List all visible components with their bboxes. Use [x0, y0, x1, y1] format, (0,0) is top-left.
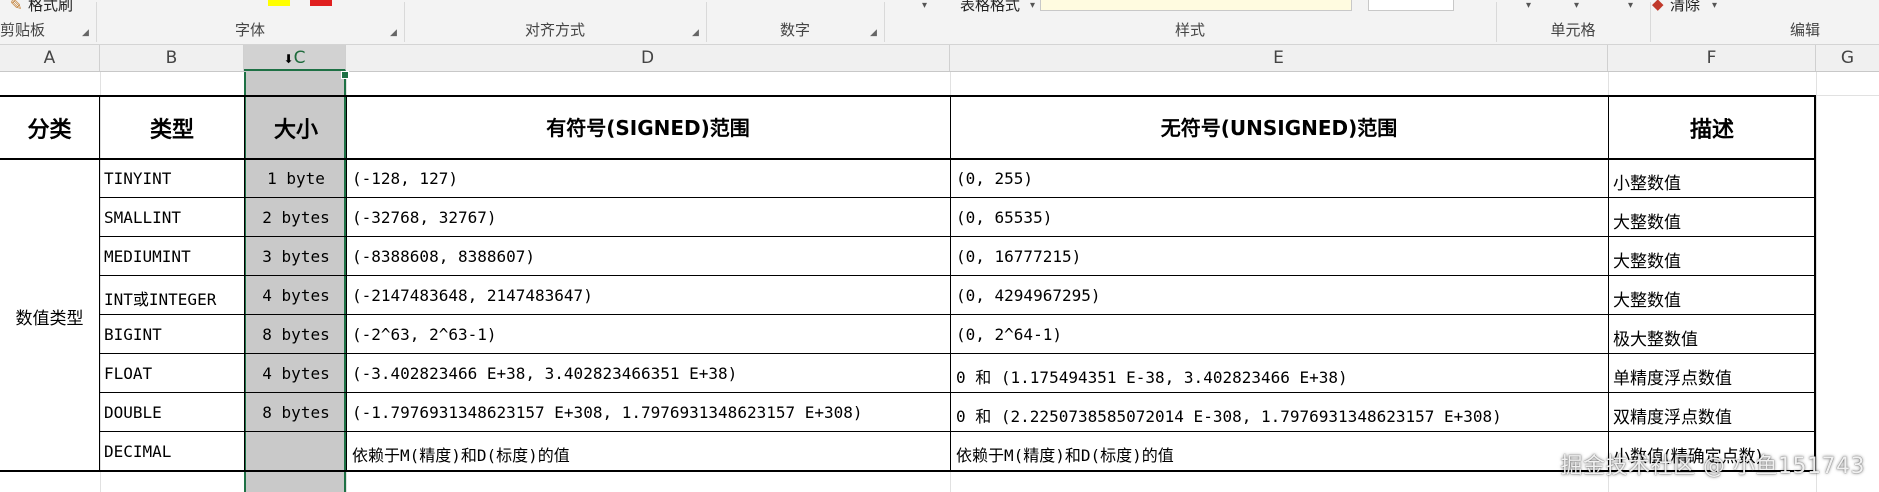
cells-group-label: 单元格 [1550, 21, 1596, 39]
signed-range-cell[interactable]: (-2147483648, 2147483647) [352, 286, 593, 305]
format-painter-icon[interactable]: ✎ [10, 0, 23, 14]
signed-range-cell[interactable]: 依赖于M(精度)和D(标度)的值 [352, 442, 570, 466]
column-select-cursor-icon: ⬇ [283, 52, 294, 66]
category-cell[interactable]: 数值类型 [0, 304, 99, 329]
header-signed-range[interactable]: 有符号(SIGNED)范围 [346, 112, 950, 141]
clipboard-launcher-icon[interactable]: ◢ [82, 28, 89, 38]
delete-dropdown-icon[interactable]: ▾ [1574, 0, 1579, 11]
editing-group: ◆ 清除 ▾ 编辑 [1650, 0, 1879, 44]
header-category[interactable]: 分类 [0, 112, 99, 144]
alignment-launcher-icon[interactable]: ◢ [692, 28, 699, 38]
watermark: 掘金技术社区 @ 小鱼151743 [1560, 454, 1865, 479]
column-header-g[interactable]: G [1816, 45, 1879, 71]
column-header-c[interactable]: ⬇C [244, 45, 346, 71]
column-header-f[interactable]: F [1608, 45, 1816, 71]
header-type[interactable]: 类型 [100, 112, 244, 144]
styles-group-label: 样式 [1174, 21, 1205, 39]
column-header-e[interactable]: E [950, 45, 1608, 71]
number-group-label: 数字 [779, 21, 810, 39]
number-launcher-icon[interactable]: ◢ [870, 28, 877, 38]
column-header-d[interactable]: D [346, 45, 950, 71]
signed-range-cell[interactable]: (-2^63, 2^63-1) [352, 325, 497, 344]
size-cell[interactable]: 1 byte [246, 169, 346, 188]
column-header-a[interactable]: A [0, 45, 100, 71]
unsigned-range-cell[interactable]: 0 和 (1.175494351 E-38, 3.402823466 E+38) [956, 364, 1348, 388]
worksheet[interactable]: 分类 类型 大小 有符号(SIGNED)范围 无符号(UNSIGNED)范围 描… [0, 71, 1879, 492]
signed-range-cell[interactable]: (-32768, 32767) [352, 208, 497, 227]
size-cell[interactable]: 3 bytes [246, 247, 346, 266]
column-header-b[interactable]: B [100, 45, 244, 71]
ribbon: ✎ 格式刷 剪贴板 ◢ 字体 ◢ 对齐方式 ◢ 数字 ◢ ▾ 表格格式 ▾ 样式… [0, 0, 1879, 45]
cell-style-gallery[interactable] [1040, 0, 1352, 11]
description-cell[interactable]: 大整数值 [1613, 208, 1681, 233]
fill-handle[interactable] [341, 71, 349, 79]
number-group: 数字 ◢ [706, 0, 884, 44]
unsigned-range-cell[interactable]: 依赖于M(精度)和D(标度)的值 [956, 442, 1174, 466]
unsigned-range-cell[interactable]: (0, 255) [956, 169, 1033, 188]
clipboard-group-label: 剪贴板 [0, 21, 46, 39]
unsigned-range-cell[interactable]: (0, 16777215) [956, 247, 1081, 266]
description-cell[interactable]: 极大整数值 [1613, 325, 1698, 350]
type-cell[interactable]: BIGINT [104, 325, 162, 344]
format-dropdown-icon[interactable]: ▾ [1628, 0, 1633, 11]
unsigned-range-cell[interactable]: (0, 2^64-1) [956, 325, 1062, 344]
font-group: 字体 ◢ [96, 0, 404, 44]
size-cell[interactable]: 8 bytes [246, 325, 346, 344]
description-cell[interactable]: 单精度浮点数值 [1613, 364, 1732, 389]
insert-dropdown-icon[interactable]: ▾ [1526, 0, 1531, 11]
type-cell[interactable]: MEDIUMINT [104, 247, 191, 266]
alignment-group: 对齐方式 ◢ [404, 0, 706, 44]
type-cell[interactable]: DOUBLE [104, 403, 162, 422]
unsigned-range-cell[interactable]: (0, 4294967295) [956, 286, 1101, 305]
description-cell[interactable]: 小整数值 [1613, 169, 1681, 194]
font-group-label: 字体 [234, 21, 265, 39]
size-cell[interactable]: 4 bytes [246, 286, 346, 305]
unsigned-range-cell[interactable]: (0, 65535) [956, 208, 1052, 227]
description-cell[interactable]: 大整数值 [1613, 247, 1681, 272]
format-painter-button[interactable]: 格式刷 [28, 0, 73, 15]
clipboard-group: ✎ 格式刷 剪贴板 ◢ [0, 0, 92, 44]
alignment-group-label: 对齐方式 [524, 21, 585, 39]
size-cell[interactable]: 4 bytes [246, 364, 346, 383]
signed-range-cell[interactable]: (-128, 127) [352, 169, 458, 188]
unsigned-range-cell[interactable]: 0 和 (2.2250738585072014 E-308, 1.7976931… [956, 403, 1502, 427]
table-format-dropdown-icon[interactable]: ▾ [1030, 0, 1035, 11]
signed-range-cell[interactable]: (-3.402823466 E+38, 3.402823466351 E+38) [352, 364, 737, 383]
type-cell[interactable]: DECIMAL [104, 442, 171, 461]
clear-dropdown-icon[interactable]: ▾ [1712, 0, 1717, 11]
cell-style-gallery-right[interactable] [1368, 0, 1454, 11]
description-cell[interactable]: 双精度浮点数值 [1613, 403, 1732, 428]
size-cell[interactable]: 8 bytes [246, 403, 346, 422]
header-size[interactable]: 大小 [246, 112, 346, 144]
type-cell[interactable]: SMALLINT [104, 208, 181, 227]
size-cell[interactable]: 2 bytes [246, 208, 346, 227]
type-cell[interactable]: INT或INTEGER [104, 286, 216, 310]
header-unsigned-range[interactable]: 无符号(UNSIGNED)范围 [950, 112, 1608, 141]
eraser-icon[interactable]: ◆ [1652, 0, 1664, 13]
type-cell[interactable]: TINYINT [104, 169, 171, 188]
table-format-button[interactable]: 表格格式 [960, 0, 1020, 15]
conditional-format-dropdown-icon[interactable]: ▾ [922, 0, 927, 11]
type-cell[interactable]: FLOAT [104, 364, 152, 383]
editing-group-label: 编辑 [1790, 21, 1821, 39]
font-launcher-icon[interactable]: ◢ [390, 28, 397, 38]
styles-group: ▾ 表格格式 ▾ 样式 [884, 0, 1496, 44]
column-header-row: A B ⬇C D E F G [0, 45, 1879, 72]
cells-group: ▾ ▾ ▾ 单元格 [1496, 0, 1650, 44]
signed-range-cell[interactable]: (-8388608, 8388607) [352, 247, 535, 266]
clear-button[interactable]: 清除 [1670, 0, 1700, 15]
header-description[interactable]: 描述 [1608, 112, 1816, 144]
description-cell[interactable]: 大整数值 [1613, 286, 1681, 311]
signed-range-cell[interactable]: (-1.7976931348623157 E+308, 1.7976931348… [352, 403, 863, 422]
